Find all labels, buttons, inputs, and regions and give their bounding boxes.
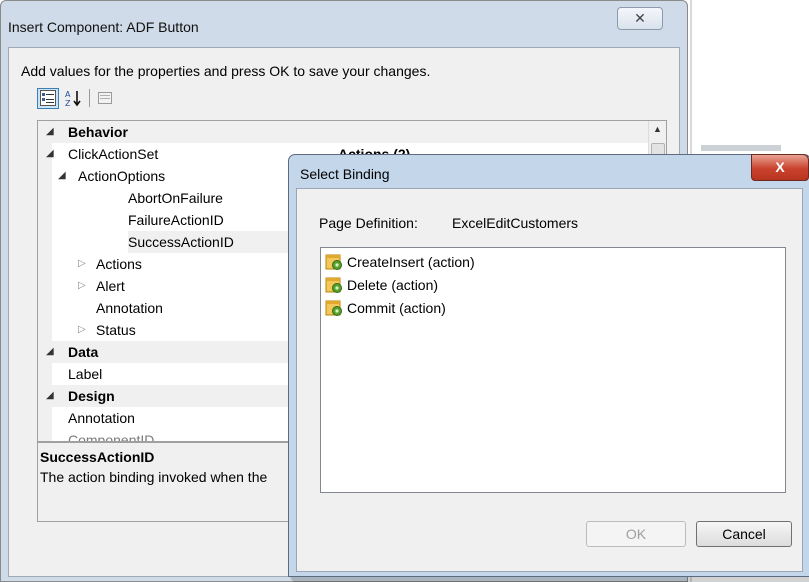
binding-item-delete[interactable]: Delete (action) <box>325 274 438 296</box>
property-name: ComponentID <box>68 432 155 442</box>
select-binding-title: Select Binding <box>300 166 390 182</box>
instructions-text: Add values for the properties and press … <box>21 63 431 79</box>
background-fragment <box>701 145 781 151</box>
property-name: ClickActionSet <box>68 146 159 162</box>
collapse-arrow-icon[interactable]: ◢ <box>58 165 66 187</box>
collapse-arrow-icon[interactable]: ◢ <box>46 143 54 165</box>
action-binding-icon <box>325 300 342 316</box>
expand-arrow-icon[interactable]: ▷ <box>78 253 86 275</box>
property-grid-toolbar: A Z <box>37 87 119 109</box>
svg-text:A: A <box>65 90 71 99</box>
sort-alphabetical-button[interactable]: A Z <box>62 88 84 109</box>
close-icon: ✕ <box>634 10 646 26</box>
toolbar-separator <box>89 89 90 107</box>
close-button[interactable]: ✕ <box>617 7 663 30</box>
ok-button[interactable]: OK <box>586 521 686 547</box>
property-name: Annotation <box>68 410 135 426</box>
property-name: Behavior <box>68 124 128 140</box>
categorized-button[interactable] <box>37 87 59 109</box>
property-pages-button[interactable] <box>94 88 116 109</box>
collapse-arrow-icon[interactable]: ◢ <box>46 341 54 363</box>
expand-arrow-icon[interactable]: ▷ <box>78 275 86 297</box>
binding-item-commit[interactable]: Commit (action) <box>325 297 446 319</box>
close-icon: X <box>775 159 785 175</box>
property-pages-icon <box>98 92 112 104</box>
binding-item-createinsert[interactable]: CreateInsert (action) <box>325 251 475 273</box>
cancel-button[interactable]: Cancel <box>696 521 792 547</box>
expand-arrow-icon[interactable]: ▷ <box>78 319 86 341</box>
binding-list[interactable]: CreateInsert (action) Delete (action) Co… <box>320 247 786 493</box>
binding-item-label: Delete (action) <box>347 277 439 293</box>
sort-alphabetical-icon: A Z <box>65 90 81 107</box>
collapse-arrow-icon[interactable]: ◢ <box>46 121 54 143</box>
description-text: The action binding invoked when the <box>40 469 268 485</box>
page-definition-value: ExcelEditCustomers <box>452 215 579 231</box>
svg-text:Z: Z <box>65 99 71 107</box>
property-name: Label <box>68 366 103 382</box>
description-title: SuccessActionID <box>40 449 155 465</box>
dialog-title: Insert Component: ADF Button <box>8 19 199 35</box>
page-definition-label: Page Definition: <box>319 215 418 231</box>
select-binding-close-button[interactable]: X <box>751 154 809 181</box>
binding-item-label: CreateInsert (action) <box>347 254 475 270</box>
action-binding-icon <box>325 277 342 293</box>
property-name: ActionOptions <box>78 168 166 184</box>
categorized-view-icon <box>40 90 56 106</box>
property-name: Data <box>68 344 99 360</box>
scroll-up-icon[interactable]: ▲ <box>653 124 662 134</box>
action-binding-icon <box>325 254 342 270</box>
collapse-arrow-icon[interactable]: ◢ <box>46 385 54 407</box>
property-name: Design <box>68 388 115 404</box>
binding-item-label: Commit (action) <box>347 300 446 316</box>
grid-category-row[interactable]: ◢ Behavior <box>38 121 666 143</box>
